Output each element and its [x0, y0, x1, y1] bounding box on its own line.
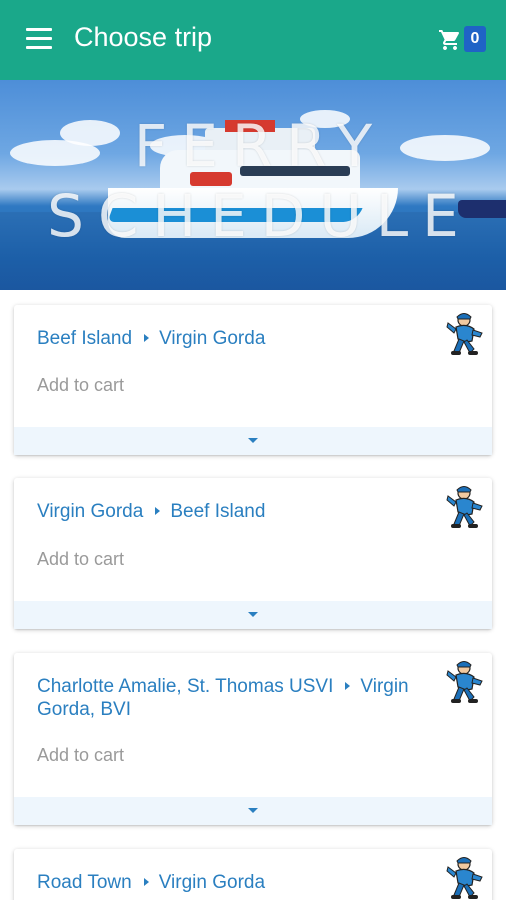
trip-card[interactable]: Charlotte Amalie, St. Thomas USVI Virgin … [14, 653, 492, 825]
hero-title-line2: SCHEDULE [47, 182, 473, 250]
chevron-right-icon [155, 507, 161, 516]
route-origin: Road Town [37, 872, 132, 893]
chevron-right-icon [143, 878, 149, 887]
trip-route: Road Town Virgin Gorda [37, 871, 437, 894]
running-mascot-icon [446, 857, 483, 899]
route-destination: Virgin Gorda [159, 328, 266, 349]
page-title: Choose trip [74, 22, 213, 52]
app-bar: Choose trip 0 [0, 0, 506, 80]
expand-button[interactable] [14, 427, 492, 455]
route-destination: Beef Island [170, 501, 266, 522]
add-to-cart-button[interactable]: Add to cart [37, 375, 124, 396]
trip-card[interactable]: Road Town Virgin Gorda [14, 849, 492, 900]
chevron-down-icon [248, 612, 258, 617]
cart-count-badge: 0 [464, 26, 486, 52]
menu-icon[interactable] [26, 28, 54, 52]
route-origin: Charlotte Amalie, St. Thomas USVI [37, 676, 334, 697]
add-to-cart-button[interactable]: Add to cart [37, 745, 124, 766]
running-mascot-icon [446, 661, 483, 703]
chevron-down-icon [248, 438, 258, 443]
chevron-down-icon [248, 808, 258, 813]
trip-route: Virgin Gorda Beef Island [37, 500, 437, 523]
expand-button[interactable] [14, 601, 492, 629]
route-origin: Virgin Gorda [37, 501, 144, 522]
trip-card[interactable]: Beef Island Virgin Gorda Add to cart [14, 305, 492, 455]
route-destination: Virgin Gorda [158, 872, 266, 893]
cart-icon [439, 30, 460, 50]
hero-title-line1: FERRY [133, 112, 387, 180]
cart-button[interactable]: 0 [437, 26, 489, 56]
running-mascot-icon [446, 486, 483, 528]
add-to-cart-button[interactable]: Add to cart [37, 549, 124, 570]
trip-card[interactable]: Virgin Gorda Beef Island Add to cart [14, 478, 492, 629]
chevron-right-icon [345, 682, 351, 691]
running-mascot-icon [446, 313, 483, 355]
chevron-right-icon [144, 334, 150, 343]
trip-route: Charlotte Amalie, St. Thomas USVI Virgin … [37, 675, 437, 721]
expand-button[interactable] [14, 797, 492, 825]
route-origin: Beef Island [37, 328, 133, 349]
trip-route: Beef Island Virgin Gorda [37, 327, 437, 350]
